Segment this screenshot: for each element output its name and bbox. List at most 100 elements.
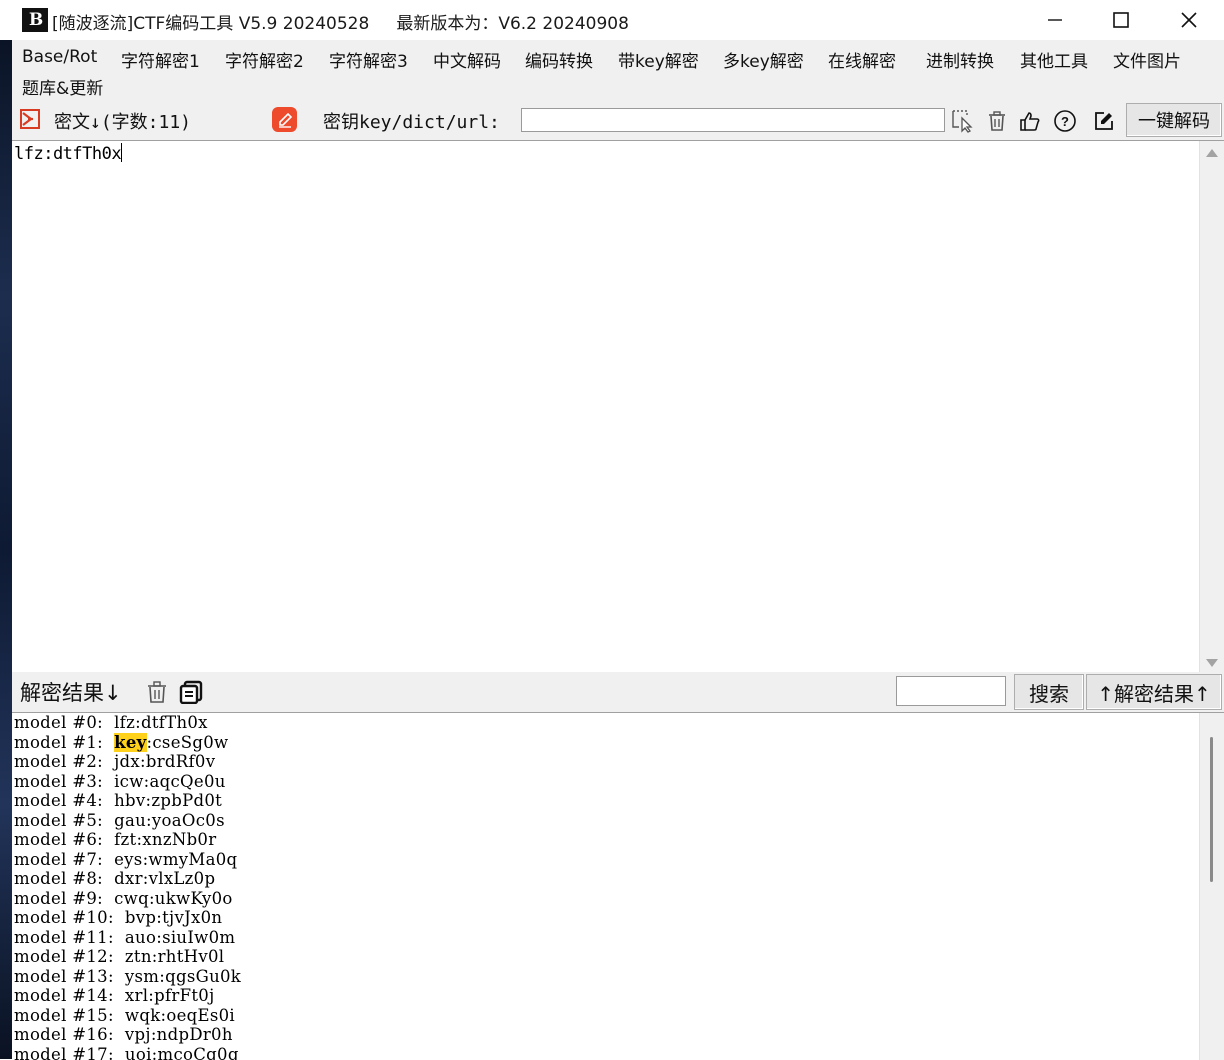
results-list: model #0: lfz:dtfTh0xmodel #1: key:cseSg… (12, 713, 1224, 1060)
result-key-highlighted: key (114, 733, 146, 752)
trash-icon (146, 680, 168, 704)
result-key: wqk (125, 1006, 161, 1025)
close-button[interactable] (1154, 0, 1224, 40)
menu-encoding-convert[interactable]: 编码转换 (525, 47, 593, 72)
result-line: model #9: cwq:ukwKy0o (12, 889, 1224, 909)
result-value: :ndpDr0h (151, 1025, 233, 1044)
help-button[interactable]: ? (1052, 108, 1078, 134)
move-results-up-button[interactable]: ↑解密结果↑ (1086, 674, 1222, 710)
clear-key-button[interactable] (984, 108, 1010, 134)
result-key: uoi (125, 1045, 152, 1060)
result-value: :wmyMa0q (143, 850, 238, 869)
result-key: icw (114, 772, 144, 791)
key-input[interactable] (521, 108, 945, 132)
result-prefix: model #12: (14, 947, 125, 966)
result-value: :qgsGu0k (159, 967, 241, 986)
result-line: model #14: xrl:pfrFt0j (12, 986, 1224, 1006)
result-prefix: model #17: (14, 1045, 125, 1060)
result-key: vpj (125, 1025, 151, 1044)
result-line: model #2: jdx:brdRf0v (12, 752, 1224, 772)
scroll-down-icon[interactable] (1206, 659, 1218, 667)
minimize-button[interactable] (1020, 0, 1090, 40)
result-line: model #3: icw:aqcQe0u (12, 772, 1224, 792)
menu-online-decrypt[interactable]: 在线解密 (828, 47, 896, 72)
result-value: :aqcQe0u (144, 772, 226, 791)
menu-file-image[interactable]: 文件图片 (1113, 47, 1181, 72)
result-value: :oeqEs0i (161, 1006, 236, 1025)
result-key: ysm (125, 967, 159, 986)
copy-results-button[interactable] (178, 679, 204, 705)
svg-text:?: ? (1061, 114, 1069, 129)
result-prefix: model #16: (14, 1025, 125, 1044)
edit-orange-button[interactable] (272, 107, 297, 132)
title-bar: B [随波逐流]CTF编码工具 V5.9 20240528 最新版本为：V6.2… (0, 0, 1224, 40)
edit-button[interactable] (1091, 108, 1117, 134)
result-value: :siuIw0m (156, 928, 235, 947)
result-prefix: model #10: (14, 908, 125, 927)
maximize-icon (1112, 11, 1130, 29)
menu-question-bank-update[interactable]: 题库&更新 (22, 74, 103, 99)
menu-char-decrypt-1[interactable]: 字符解密1 (121, 47, 200, 72)
result-line: model #0: lfz:dtfTh0x (12, 713, 1224, 733)
thumbs-up-icon (1019, 110, 1041, 132)
menu-other-tools[interactable]: 其他工具 (1020, 47, 1088, 72)
results-search-input[interactable] (896, 676, 1006, 706)
one-click-decode-button[interactable]: 一键解码 (1126, 103, 1222, 137)
result-value: :pfrFt0j (148, 986, 214, 1005)
menu-char-decrypt-3[interactable]: 字符解密3 (329, 47, 408, 72)
result-line: model #13: ysm:qgsGu0k (12, 967, 1224, 987)
result-prefix: model #7: (14, 850, 114, 869)
result-value: :brdRf0v (140, 752, 215, 771)
ciphertext-textarea[interactable]: lfz:dtfTh0x (12, 140, 1224, 673)
result-prefix: model #0: (14, 713, 114, 732)
result-prefix: model #5: (14, 811, 114, 830)
result-line: model #8: dxr:vlxLz0p (12, 869, 1224, 889)
minimize-icon (1047, 12, 1063, 28)
input-scrollbar[interactable] (1199, 141, 1224, 673)
menu-char-decrypt-2[interactable]: 字符解密2 (225, 47, 304, 72)
results-textarea[interactable]: model #0: lfz:dtfTh0xmodel #1: key:cseSg… (12, 712, 1224, 1060)
menu-base-rot[interactable]: Base/Rot (22, 47, 97, 67)
menu-key-decrypt[interactable]: 带key解密 (618, 47, 699, 72)
result-key: fzt (114, 830, 136, 849)
results-scrollbar[interactable] (1199, 713, 1224, 1060)
result-line: model #11: auo:siuIw0m (12, 928, 1224, 948)
menu-chinese-decode[interactable]: 中文解码 (433, 47, 501, 72)
import-file-button[interactable] (18, 106, 44, 132)
result-value: :tjvJx0n (156, 908, 222, 927)
clear-results-button[interactable] (144, 679, 170, 705)
result-prefix: model #6: (14, 830, 114, 849)
like-button[interactable] (1017, 108, 1043, 134)
result-value: :cseSg0w (147, 733, 229, 752)
result-line: model #15: wqk:oeqEs0i (12, 1006, 1224, 1026)
pencil-icon (276, 111, 294, 129)
result-key: xrl (125, 986, 148, 1005)
scroll-up-icon[interactable] (1206, 149, 1218, 157)
select-button[interactable] (950, 108, 976, 134)
result-line: model #1: key:cseSg0w (12, 733, 1224, 753)
results-scroll-thumb[interactable] (1210, 737, 1213, 882)
key-label: 密钥key/dict/url: (323, 108, 500, 134)
result-line: model #16: vpj:ndpDr0h (12, 1025, 1224, 1045)
result-value: :rhtHv0l (152, 947, 225, 966)
result-key: gau (114, 811, 146, 830)
result-prefix: model #4: (14, 791, 114, 810)
result-key: auo (125, 928, 156, 947)
menu-bar: Base/Rot 字符解密1 字符解密2 字符解密3 中文解码 编码转换 带ke… (12, 40, 1224, 100)
result-prefix: model #11: (14, 928, 125, 947)
result-prefix: model #3: (14, 772, 114, 791)
result-value: :dtfTh0x (135, 713, 208, 732)
result-line: model #5: gau:yoaOc0s (12, 811, 1224, 831)
result-prefix: model #1: (14, 733, 114, 752)
copy-icon (179, 680, 203, 704)
search-button[interactable]: 搜索 (1014, 674, 1084, 710)
result-key: bvp (125, 908, 156, 927)
result-prefix: model #13: (14, 967, 125, 986)
maximize-button[interactable] (1086, 0, 1156, 40)
desktop-background (0, 40, 12, 1059)
menu-multi-key-decrypt[interactable]: 多key解密 (723, 47, 804, 72)
result-line: model #17: uoi:mcoCq0g (12, 1045, 1224, 1060)
result-line: model #10: bvp:tjvJx0n (12, 908, 1224, 928)
cursor-select-icon (951, 109, 975, 133)
menu-base-convert[interactable]: 进制转换 (926, 47, 994, 72)
